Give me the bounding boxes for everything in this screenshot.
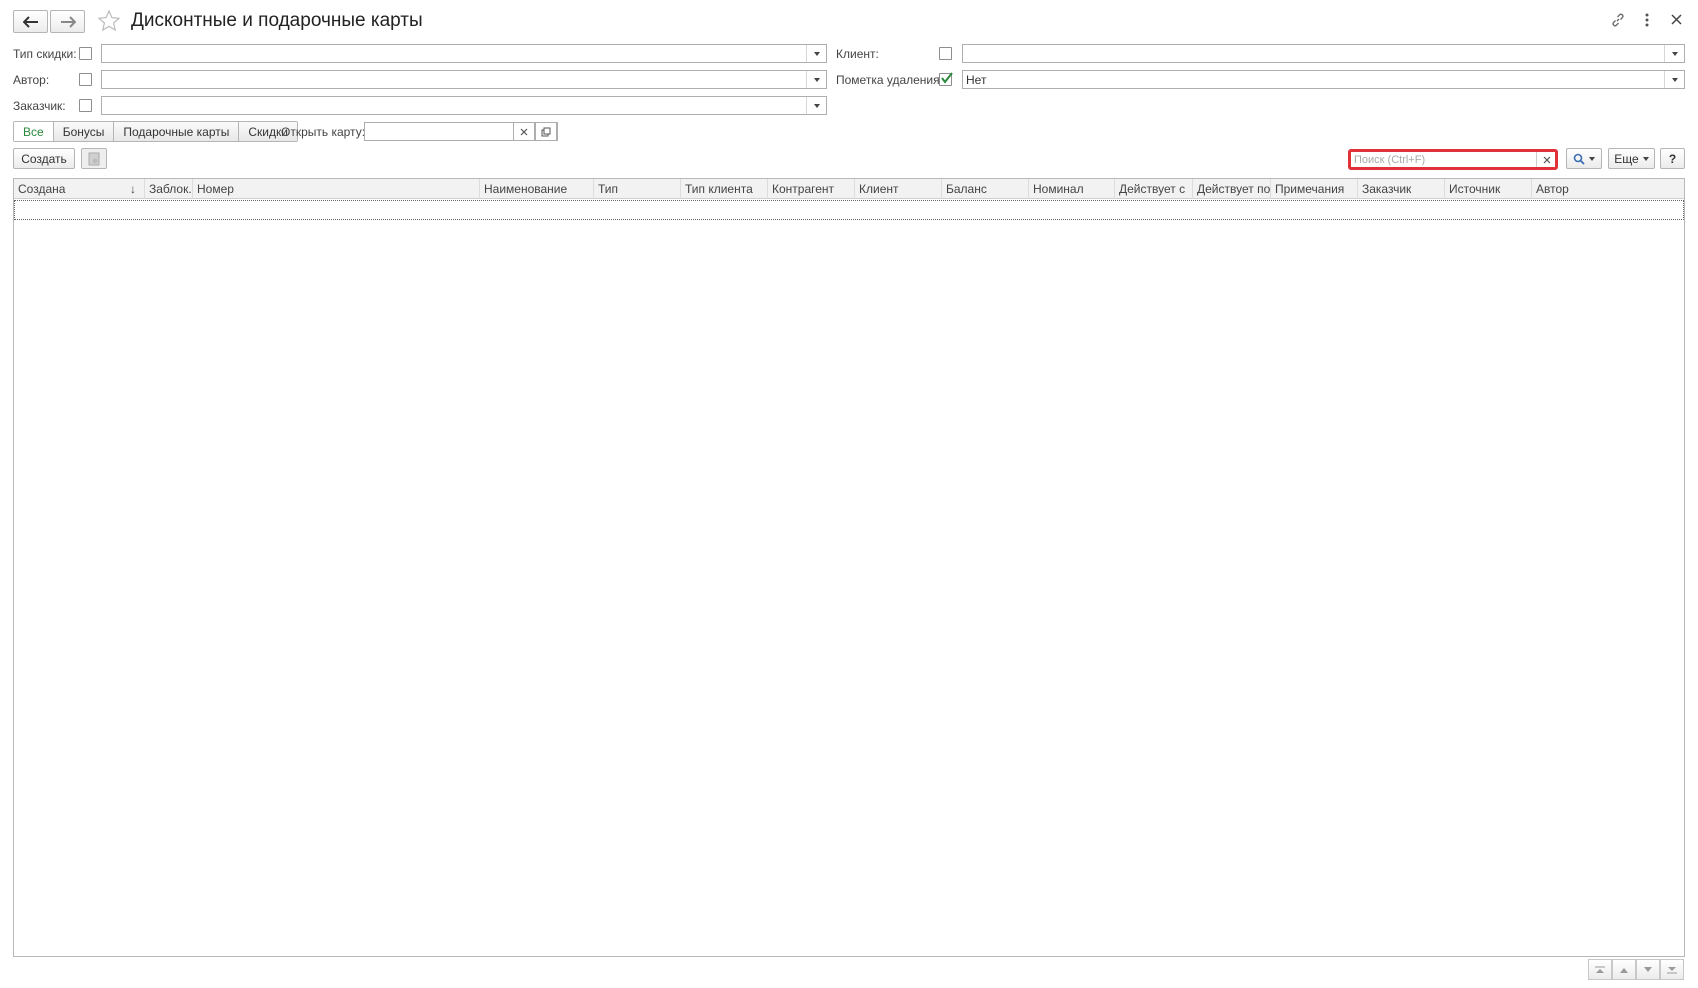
col-source[interactable]: Источник: [1445, 179, 1532, 199]
more-label: Еще: [1614, 151, 1639, 166]
author-field[interactable]: [101, 70, 827, 89]
tab-gift-cards[interactable]: Подарочные карты: [114, 122, 240, 141]
open-card-clear-button[interactable]: [513, 122, 535, 141]
help-button[interactable]: ?: [1660, 148, 1685, 169]
close-icon[interactable]: [1671, 14, 1682, 25]
search-button[interactable]: [1566, 148, 1602, 169]
scroll-up-icon: [1620, 967, 1628, 973]
arrow-right-icon: [60, 15, 76, 28]
scroll-up-button[interactable]: [1612, 959, 1636, 980]
dropdown-icon[interactable]: [806, 71, 826, 88]
open-card-label: Открыть карту:: [281, 125, 366, 139]
cards-table[interactable]: Создана ↓ Заблок. Номер Наименование Тип…: [13, 178, 1685, 957]
open-card-open-button[interactable]: [535, 122, 557, 141]
discount-type-checkbox[interactable]: [79, 47, 92, 60]
col-type[interactable]: Тип: [594, 179, 681, 199]
customer-label: Заказчик:: [13, 99, 66, 113]
col-notes[interactable]: Примечания: [1271, 179, 1358, 199]
back-button[interactable]: [13, 10, 48, 33]
forward-button[interactable]: [50, 10, 85, 33]
document-icon: [88, 152, 100, 165]
chevron-down-icon: [1589, 156, 1595, 161]
chevron-down-icon: [1642, 156, 1649, 161]
checkmark-icon: [941, 72, 953, 84]
sort-arrow-icon: ↓: [130, 182, 136, 196]
scroll-top-button[interactable]: [1588, 959, 1612, 980]
more-button[interactable]: Еще: [1608, 148, 1655, 169]
col-counterparty[interactable]: Контрагент: [768, 179, 855, 199]
col-name[interactable]: Наименование: [480, 179, 594, 199]
discount-type-label: Тип скидки:: [13, 47, 77, 61]
search-placeholder: Поиск (Ctrl+F): [1354, 153, 1426, 166]
search-icon: [1573, 153, 1585, 165]
col-number[interactable]: Номер: [193, 179, 480, 199]
customer-field[interactable]: [101, 96, 827, 115]
deletion-mark-value: Нет: [966, 72, 987, 87]
col-client[interactable]: Клиент: [855, 179, 942, 199]
author-checkbox[interactable]: [79, 73, 92, 86]
arrow-left-icon: [22, 15, 38, 28]
tab-all[interactable]: Все: [14, 122, 54, 141]
print-button[interactable]: [81, 148, 107, 169]
author-label: Автор:: [13, 73, 50, 87]
dropdown-icon[interactable]: [806, 45, 826, 62]
dropdown-icon[interactable]: [1664, 45, 1684, 62]
page-title: Дисконтные и подарочные карты: [131, 10, 423, 31]
open-window-icon: [541, 127, 551, 136]
scroll-bottom-icon: [1667, 966, 1677, 973]
col-valid-to[interactable]: Действует по: [1193, 179, 1271, 199]
client-label: Клиент:: [836, 47, 879, 61]
client-checkbox[interactable]: [939, 47, 952, 60]
col-blocked[interactable]: Заблок.: [145, 179, 193, 199]
favorite-star-icon[interactable]: [97, 9, 121, 33]
col-customer[interactable]: Заказчик: [1358, 179, 1445, 199]
customer-checkbox[interactable]: [79, 99, 92, 112]
card-type-tabs: Все Бонусы Подарочные карты Скидки: [13, 121, 298, 142]
clear-search-icon[interactable]: [1543, 156, 1551, 164]
discount-type-field[interactable]: [101, 44, 827, 63]
col-balance[interactable]: Баланс: [942, 179, 1029, 199]
link-icon[interactable]: [1610, 12, 1626, 28]
col-nominal[interactable]: Номинал: [1029, 179, 1115, 199]
col-created[interactable]: Создана ↓: [14, 179, 145, 199]
scroll-bottom-button[interactable]: [1660, 959, 1684, 980]
scroll-down-button[interactable]: [1636, 959, 1660, 980]
deletion-mark-label: Пометка удаления:: [836, 73, 943, 87]
more-vertical-icon[interactable]: [1643, 12, 1651, 28]
dropdown-icon[interactable]: [1664, 71, 1684, 88]
table-header: Создана ↓ Заблок. Номер Наименование Тип…: [14, 179, 1684, 199]
col-created-label: Создана: [18, 182, 66, 196]
tab-bonuses[interactable]: Бонусы: [53, 122, 115, 141]
col-author[interactable]: Автор: [1532, 179, 1684, 199]
deletion-mark-checkbox[interactable]: [939, 72, 953, 86]
dropdown-icon[interactable]: [806, 97, 826, 114]
col-valid-from[interactable]: Действует с: [1115, 179, 1193, 199]
scroll-down-icon: [1644, 966, 1652, 972]
scroll-top-icon: [1595, 966, 1605, 973]
client-field[interactable]: [962, 44, 1685, 63]
deletion-mark-field[interactable]: Нет: [962, 70, 1685, 89]
clear-icon: [520, 128, 528, 135]
col-client-type[interactable]: Тип клиента: [681, 179, 768, 199]
table-row[interactable]: [14, 200, 1684, 220]
search-input[interactable]: Поиск (Ctrl+F): [1348, 149, 1558, 170]
create-button[interactable]: Создать: [13, 148, 75, 169]
